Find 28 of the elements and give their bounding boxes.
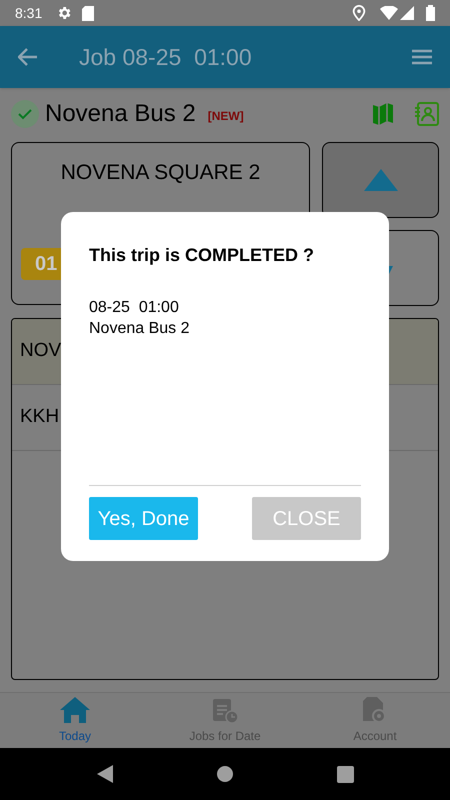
stop-label: KKH [20, 405, 60, 430]
app-bar-title: Job 08-25 01:00 [79, 42, 253, 72]
dialog-text: 08-25 01:00 [89, 298, 180, 318]
dialog-title: This trip is COMPLETED ? [89, 244, 316, 267]
battery-icon [426, 5, 435, 21]
status-time: 8:31 [15, 4, 42, 22]
dialog-text: Novena Bus 2 [89, 319, 191, 339]
sd-card-icon [82, 6, 94, 20]
home-icon [60, 696, 90, 722]
stop-title: NOVENA SQUARE 2 [60, 160, 260, 186]
menu-icon[interactable] [412, 49, 432, 65]
location-icon [352, 5, 366, 21]
nav-tab[interactable]: Today [0, 693, 150, 748]
signal-icon [400, 6, 414, 20]
new-label: [NEW] [208, 108, 244, 124]
wifi-icon [380, 6, 398, 20]
up-triangle-icon [364, 169, 398, 191]
file-gear-icon [363, 696, 387, 722]
confirm-button[interactable]: Yes, Done [89, 497, 198, 540]
settings-icon [56, 5, 72, 21]
stop-label: NOV [20, 339, 62, 364]
clipboard-clock-icon [212, 696, 238, 722]
back-icon[interactable] [18, 48, 38, 66]
recents-nav-icon[interactable] [336, 766, 354, 782]
job-name: Novena Bus 2 [45, 99, 196, 129]
up-button[interactable] [322, 142, 439, 218]
home-nav-icon[interactable] [216, 766, 232, 782]
back-nav-icon[interactable] [96, 765, 112, 783]
